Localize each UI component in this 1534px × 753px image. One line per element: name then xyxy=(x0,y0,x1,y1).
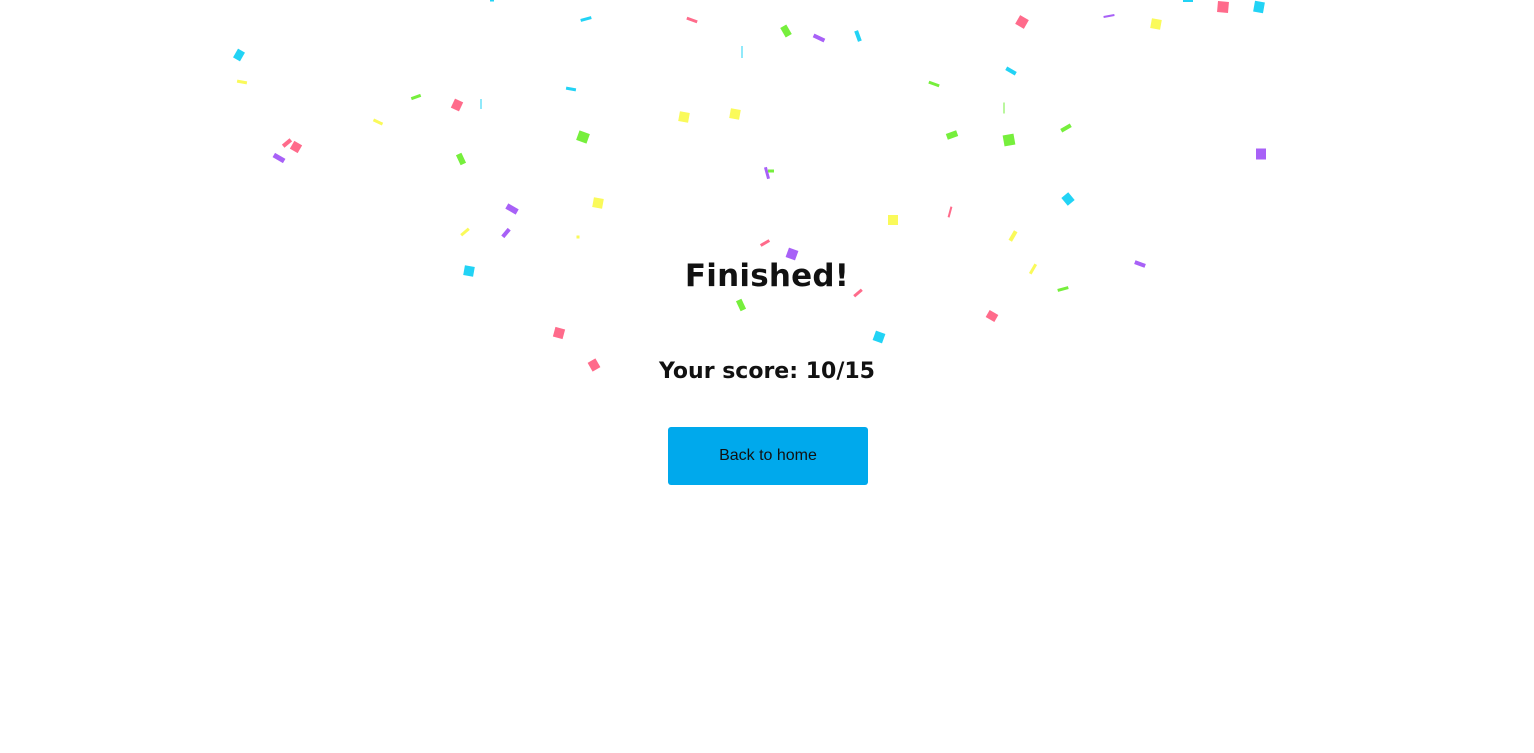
confetti-piece xyxy=(729,108,741,120)
confetti-piece xyxy=(812,33,826,43)
confetti-piece xyxy=(1002,133,1016,147)
confetti-piece xyxy=(947,206,953,218)
confetti-piece xyxy=(236,79,248,85)
confetti-piece xyxy=(1103,14,1115,18)
confetti-piece xyxy=(1003,102,1005,114)
confetti-piece xyxy=(592,197,604,209)
confetti-piece xyxy=(888,215,898,225)
confetti-piece xyxy=(490,0,494,2)
finished-title: Finished! xyxy=(684,258,850,294)
confetti-piece xyxy=(450,98,464,112)
confetti-piece xyxy=(678,111,690,123)
confetti-piece xyxy=(985,310,999,322)
confetti-piece xyxy=(945,130,959,140)
score-value: 10/15 xyxy=(805,359,875,384)
confetti-piece xyxy=(1256,148,1266,160)
confetti-piece xyxy=(768,169,774,173)
confetti-piece xyxy=(455,152,467,166)
confetti-piece xyxy=(480,99,482,109)
confetti-piece xyxy=(1150,18,1162,30)
confetti-piece xyxy=(1060,123,1072,133)
confetti-piece xyxy=(780,24,792,38)
confetti-piece xyxy=(1217,1,1229,13)
confetti-piece xyxy=(735,298,747,312)
score-label: Your score: xyxy=(659,359,806,384)
quiz-finished-screen: Finished! Your score: 10/15 Back to home xyxy=(0,0,1534,753)
confetti-piece xyxy=(763,166,771,180)
confetti-piece xyxy=(501,227,511,239)
score-line: Your score: 10/15 xyxy=(0,359,1534,384)
confetti-piece xyxy=(854,30,862,42)
confetti-piece xyxy=(233,48,245,62)
confetti-piece xyxy=(372,118,384,126)
confetti-piece xyxy=(759,239,771,247)
confetti-piece xyxy=(1183,0,1193,2)
confetti-piece xyxy=(580,16,592,22)
back-to-home-button[interactable]: Back to home xyxy=(668,427,868,485)
confetti-piece xyxy=(460,227,470,237)
confetti-piece xyxy=(565,86,577,92)
confetti-piece xyxy=(505,203,519,215)
confetti-piece xyxy=(872,330,886,344)
confetti-piece xyxy=(686,16,698,24)
confetti-piece xyxy=(1015,15,1029,29)
confetti-piece xyxy=(1061,192,1075,206)
confetti-piece xyxy=(272,152,286,164)
confetti-piece xyxy=(1253,0,1265,14)
confetti-piece xyxy=(410,93,422,101)
confetti-piece xyxy=(1008,230,1018,242)
confetti-piece xyxy=(289,140,303,154)
confetti-piece xyxy=(552,326,566,340)
confetti-piece xyxy=(576,130,590,144)
confetti-piece xyxy=(928,80,940,88)
confetti-piece xyxy=(1005,66,1017,76)
confetti-piece xyxy=(741,46,743,58)
confetti-piece xyxy=(576,235,580,239)
confetti-piece xyxy=(281,138,293,148)
